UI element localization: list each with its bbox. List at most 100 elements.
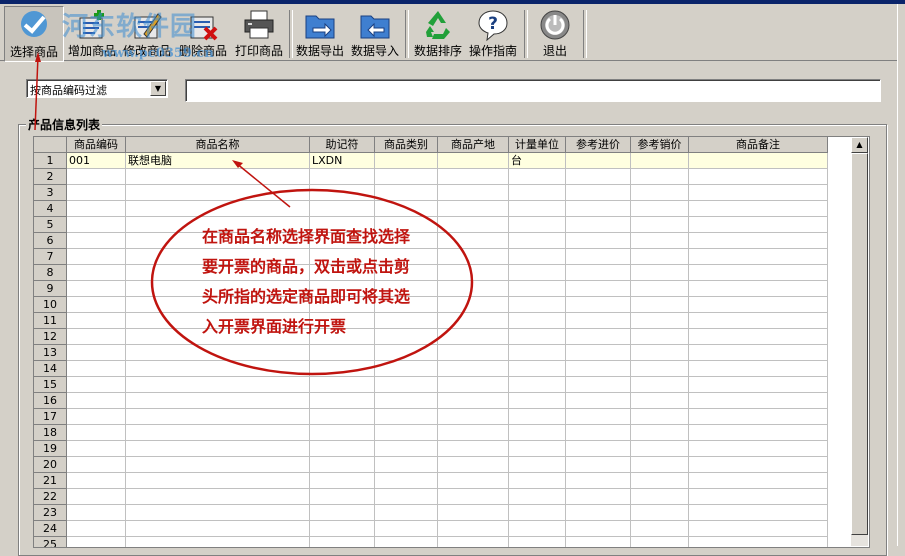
table-cell[interactable] [67,169,126,185]
table-cell[interactable] [67,377,126,393]
table-cell[interactable] [310,169,375,185]
filter-input[interactable] [185,79,881,102]
table-cell[interactable] [375,457,438,473]
table-cell[interactable] [509,505,566,521]
table-cell[interactable] [67,457,126,473]
table-cell[interactable] [375,521,438,537]
table-cell[interactable] [509,201,566,217]
table-row[interactable]: 15 [34,377,828,393]
table-cell[interactable] [67,393,126,409]
table-cell[interactable] [631,505,689,521]
table-cell[interactable] [438,489,509,505]
table-cell[interactable] [126,537,310,547]
column-header[interactable]: 参考销价 [631,137,689,153]
table-cell[interactable] [631,441,689,457]
table-cell[interactable] [631,297,689,313]
table-row[interactable]: 20 [34,457,828,473]
column-header[interactable]: 参考进价 [566,137,631,153]
table-cell[interactable] [631,281,689,297]
table-cell[interactable] [509,425,566,441]
table-cell[interactable] [67,217,126,233]
table-cell[interactable] [67,521,126,537]
table-row[interactable]: 22 [34,489,828,505]
table-row[interactable]: 3 [34,185,828,201]
table-cell[interactable] [509,441,566,457]
table-cell[interactable] [67,537,126,547]
row-number[interactable]: 10 [34,297,67,313]
table-cell[interactable] [631,249,689,265]
table-cell[interactable] [438,473,509,489]
table-cell[interactable]: LXDN [310,153,375,169]
table-cell[interactable] [67,329,126,345]
row-number[interactable]: 18 [34,425,67,441]
table-cell[interactable] [438,537,509,547]
table-cell[interactable] [509,185,566,201]
table-cell[interactable] [438,345,509,361]
column-header[interactable]: 商品类别 [375,137,438,153]
table-cell[interactable] [509,281,566,297]
table-cell[interactable] [689,201,828,217]
table-row[interactable]: 19 [34,441,828,457]
table-cell[interactable] [375,201,438,217]
table-cell[interactable] [375,425,438,441]
table-cell[interactable] [310,185,375,201]
table-cell[interactable] [566,393,631,409]
table-cell[interactable] [375,473,438,489]
table-cell[interactable] [67,361,126,377]
table-cell[interactable] [631,361,689,377]
table-cell[interactable] [310,393,375,409]
table-cell[interactable] [689,297,828,313]
row-number[interactable]: 15 [34,377,67,393]
row-number[interactable]: 16 [34,393,67,409]
table-cell[interactable] [126,377,310,393]
table-cell[interactable] [631,313,689,329]
table-cell[interactable] [566,473,631,489]
table-cell[interactable] [67,345,126,361]
table-cell[interactable] [566,313,631,329]
table-cell[interactable] [566,441,631,457]
table-cell[interactable] [689,329,828,345]
table-cell[interactable] [566,265,631,281]
table-cell[interactable] [566,201,631,217]
table-cell[interactable]: 台 [509,153,566,169]
table-cell[interactable] [631,377,689,393]
table-cell[interactable] [566,361,631,377]
table-cell[interactable] [566,169,631,185]
table-row[interactable]: 2 [34,169,828,185]
table-cell[interactable] [438,441,509,457]
table-cell[interactable] [126,169,310,185]
table-cell[interactable] [310,489,375,505]
row-number[interactable]: 13 [34,345,67,361]
table-cell[interactable] [509,217,566,233]
table-cell[interactable] [631,201,689,217]
table-cell[interactable] [126,361,310,377]
table-cell[interactable] [566,521,631,537]
row-number[interactable]: 23 [34,505,67,521]
table-cell[interactable] [67,313,126,329]
table-cell[interactable] [126,521,310,537]
table-cell[interactable] [689,521,828,537]
column-header[interactable]: 计量单位 [509,137,566,153]
table-cell[interactable] [375,393,438,409]
table-cell[interactable] [509,361,566,377]
row-number[interactable]: 20 [34,457,67,473]
sort-data-button[interactable]: 数据排序 [411,6,465,60]
table-cell[interactable] [631,425,689,441]
table-cell[interactable] [566,281,631,297]
row-number[interactable]: 4 [34,201,67,217]
table-cell[interactable] [310,425,375,441]
table-cell[interactable] [126,457,310,473]
table-cell[interactable] [689,377,828,393]
row-number[interactable]: 3 [34,185,67,201]
table-cell[interactable] [126,473,310,489]
row-number[interactable]: 6 [34,233,67,249]
table-cell[interactable] [689,473,828,489]
table-cell[interactable] [126,505,310,521]
table-cell[interactable] [566,489,631,505]
table-cell[interactable] [631,265,689,281]
row-number[interactable]: 14 [34,361,67,377]
table-cell[interactable] [126,409,310,425]
column-header[interactable]: 商品编码 [67,137,126,153]
table-cell[interactable] [310,361,375,377]
table-cell[interactable] [509,265,566,281]
